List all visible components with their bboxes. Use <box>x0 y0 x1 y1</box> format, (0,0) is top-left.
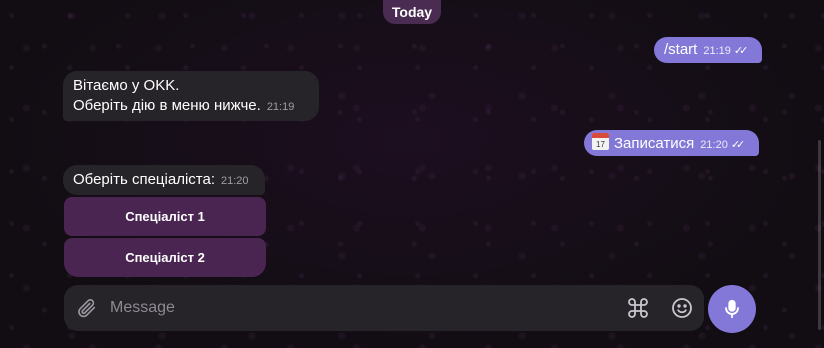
message-text: Оберіть спеціаліста: <box>73 171 215 188</box>
date-separator-label: Today <box>391 4 433 20</box>
chat-scrollbar[interactable] <box>818 140 821 330</box>
message-time: 21:19 <box>703 45 731 57</box>
outgoing-message-start[interactable]: /start 21:19 ✓✓ <box>654 37 763 63</box>
message-text-line1: Вітаємо у OKK. <box>73 77 180 94</box>
message-text: Записатися <box>614 135 695 152</box>
inline-button-label: Спеціаліст 1 <box>125 209 205 224</box>
read-ticks-icon: ✓✓ <box>733 45 749 57</box>
inline-button-specialist-1[interactable]: Спеціаліст 1 <box>64 197 266 236</box>
incoming-message-welcome[interactable]: Вітаємо у OKK. Оберіть дію в меню нижче.… <box>63 71 319 121</box>
inline-button-label: Спеціаліст 2 <box>125 250 205 265</box>
calendar-emoji-icon: 17 <box>592 133 609 150</box>
paperclip-icon[interactable] <box>64 285 110 331</box>
message-text-line2: Оберіть дію в меню нижче. <box>73 97 261 114</box>
message-time: 21:19 <box>266 101 295 113</box>
outgoing-message-signup[interactable]: 17 Записатися 21:20 ✓✓ <box>584 130 760 156</box>
smile-icon[interactable] <box>660 285 704 331</box>
message-time: 21:20 <box>700 139 728 151</box>
message-input[interactable] <box>110 285 616 331</box>
read-ticks-icon: ✓✓ <box>730 139 746 151</box>
incoming-message-choose-specialist[interactable]: Оберіть спеціаліста: 21:20 <box>63 165 265 195</box>
message-composer <box>64 285 704 331</box>
command-icon[interactable] <box>616 285 660 331</box>
date-separator: Today <box>383 0 441 24</box>
microphone-icon[interactable] <box>708 285 756 333</box>
message-time: 21:20 <box>221 175 249 187</box>
inline-button-specialist-2[interactable]: Спеціаліст 2 <box>64 238 266 277</box>
message-text: /start <box>664 41 698 58</box>
